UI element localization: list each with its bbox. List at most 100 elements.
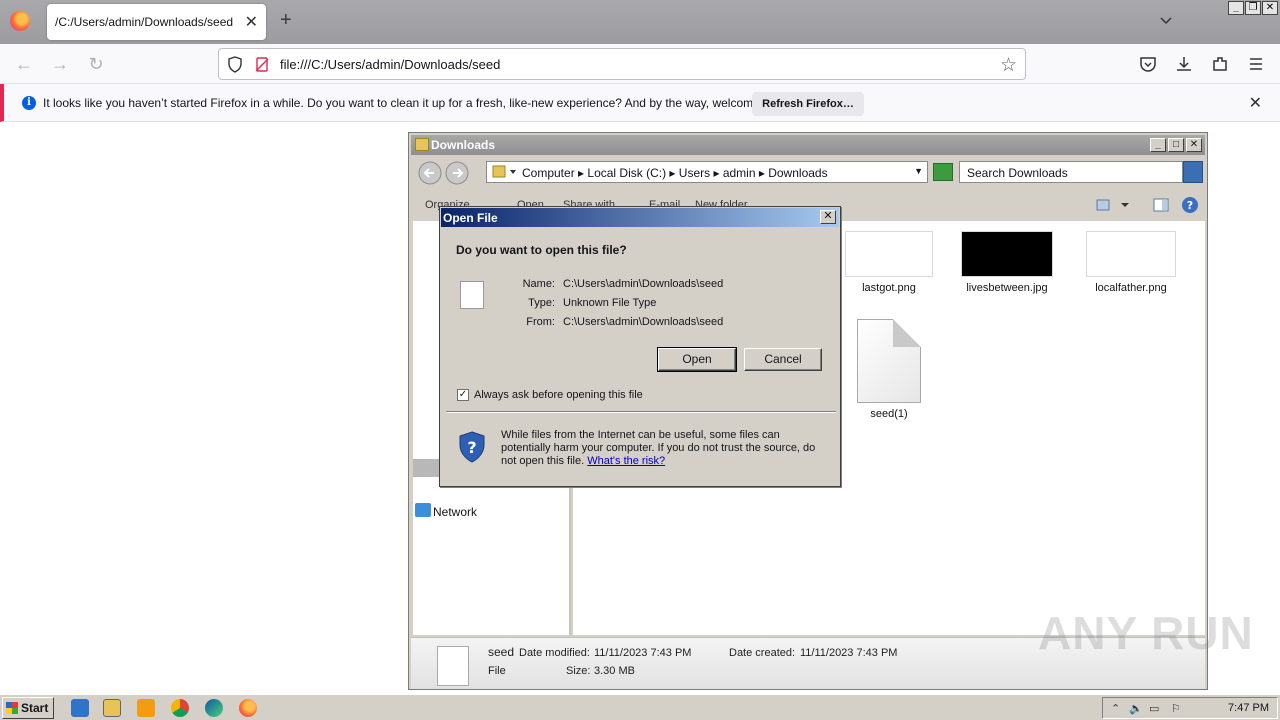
security-shield-icon: ? xyxy=(459,431,485,463)
dialog-title: Open File xyxy=(443,211,498,225)
explorer-title: Downloads xyxy=(431,138,496,152)
search-placeholder: Search Downloads xyxy=(967,166,1068,180)
notification-message: It looks like you haven’t started Firefo… xyxy=(43,96,792,110)
maximize-icon[interactable]: □ xyxy=(1168,138,1184,152)
new-tab-button[interactable]: + xyxy=(280,9,292,32)
explorer-address-row: Computer ▸ Local Disk (C:) ▸ Users ▸ adm… xyxy=(411,157,1205,189)
dialog-close-icon[interactable]: ✕ xyxy=(820,210,836,224)
tracking-shield-icon[interactable] xyxy=(227,56,243,73)
preview-pane-icon[interactable] xyxy=(1153,197,1169,213)
volume-icon[interactable]: 🔈 xyxy=(1129,702,1143,715)
search-icon[interactable] xyxy=(1183,161,1203,183)
reload-icon[interactable]: ↻ xyxy=(84,53,108,75)
file-thumbnail xyxy=(1086,231,1176,277)
name-value: C:\Users\admin\Downloads\seed xyxy=(563,278,724,290)
file-item[interactable]: lastgot.png xyxy=(841,231,937,294)
minimize-icon[interactable]: _ xyxy=(1150,138,1166,152)
internet-explorer-icon[interactable] xyxy=(71,699,89,717)
pocket-icon[interactable] xyxy=(1139,55,1157,73)
always-ask-checkbox[interactable]: ✓ xyxy=(457,389,469,401)
dialog-question: Do you want to open this file? xyxy=(456,243,627,257)
details-file-type: File xyxy=(488,665,506,677)
page-info-icon[interactable] xyxy=(254,56,270,73)
url-text: file:///C:/Users/admin/Downloads/seed xyxy=(280,57,501,72)
browser-tab[interactable]: /C:/Users/admin/Downloads/seed ✕ xyxy=(47,4,266,40)
taskbar: Start ⌃ 🔈 ▭ ⚐ 7:47 PM xyxy=(0,694,1280,720)
breadcrumb-item[interactable]: Downloads xyxy=(768,166,827,180)
close-icon[interactable]: ✕ xyxy=(1186,138,1202,152)
back-forward-icon[interactable] xyxy=(417,160,471,186)
breadcrumb-path: Computer ▸ Local Disk (C:) ▸ Users ▸ adm… xyxy=(522,166,828,180)
minimize-icon[interactable]: _ xyxy=(1228,1,1244,15)
file-name: localfather.png xyxy=(1095,282,1167,294)
system-tray: ⌃ 🔈 ▭ ⚐ 7:47 PM xyxy=(1102,697,1278,719)
svg-text:?: ? xyxy=(467,438,476,457)
cancel-button[interactable]: Cancel xyxy=(744,348,822,371)
window-controls: _ ❐ ✕ xyxy=(1228,1,1278,15)
clock[interactable]: 7:47 PM xyxy=(1228,702,1269,714)
open-button[interactable]: Open xyxy=(657,347,737,372)
network-tray-icon[interactable]: ▭ xyxy=(1149,702,1163,715)
file-explorer-icon[interactable] xyxy=(103,699,121,717)
breadcrumb-item[interactable]: Local Disk (C:) xyxy=(587,166,666,180)
type-value: Unknown File Type xyxy=(563,297,657,309)
info-icon: i xyxy=(22,96,36,110)
firefox-icon[interactable] xyxy=(239,699,257,717)
bookmark-star-icon[interactable]: ☆ xyxy=(1000,54,1017,77)
search-input[interactable]: Search Downloads xyxy=(959,161,1183,183)
network-icon xyxy=(415,503,431,517)
from-value: C:\Users\admin\Downloads\seed xyxy=(563,316,724,328)
close-icon[interactable]: ✕ xyxy=(1262,1,1278,15)
help-icon[interactable]: ? xyxy=(1181,196,1199,214)
downloads-icon[interactable] xyxy=(1175,55,1193,73)
start-button[interactable]: Start xyxy=(2,697,54,719)
notification-close-icon[interactable]: ✕ xyxy=(1249,93,1262,113)
dialog-divider xyxy=(446,411,836,413)
generic-file-icon xyxy=(857,319,921,403)
breadcrumb-item[interactable]: Computer xyxy=(522,166,575,180)
tab-title: /C:/Users/admin/Downloads/seed xyxy=(55,15,234,29)
file-item[interactable]: localfather.png xyxy=(1081,231,1181,294)
file-thumbnail xyxy=(961,231,1053,277)
details-created-value: 11/11/2023 7:43 PM xyxy=(800,647,898,659)
whats-the-risk-link[interactable]: What's the risk? xyxy=(587,455,665,467)
dialog-title-bar: Open File ✕ xyxy=(441,208,839,227)
computer-folder-icon xyxy=(492,165,516,178)
edge-icon[interactable] xyxy=(205,699,223,717)
browser-toolbar: ← → ↻ file:///C:/Users/admin/Downloads/s… xyxy=(0,44,1280,84)
open-file-dialog: Open File ✕ Do you want to open this fil… xyxy=(439,206,841,487)
media-player-icon[interactable] xyxy=(137,699,155,717)
forward-arrow-icon[interactable]: → xyxy=(48,53,72,75)
chevron-down-icon[interactable]: ▼ xyxy=(914,166,923,176)
details-file-name: seed xyxy=(488,645,515,659)
breadcrumb-item[interactable]: admin xyxy=(723,166,756,180)
file-item[interactable]: livesbetween.jpg xyxy=(959,231,1055,294)
file-item[interactable]: seed(1) xyxy=(841,319,937,420)
refresh-icon[interactable] xyxy=(933,163,953,181)
back-arrow-icon[interactable]: ← xyxy=(12,53,36,75)
chrome-icon[interactable] xyxy=(171,699,189,717)
details-size-value: 3.30 MB xyxy=(594,665,635,677)
refresh-firefox-button[interactable]: Refresh Firefox… xyxy=(752,92,864,116)
action-center-flag-icon[interactable]: ⚐ xyxy=(1171,702,1185,715)
details-created-label: Date created: xyxy=(729,647,796,659)
url-bar[interactable]: file:///C:/Users/admin/Downloads/seed ☆ xyxy=(218,48,1026,80)
file-name: lastgot.png xyxy=(862,282,916,294)
nav-item-network[interactable]: Network xyxy=(433,505,477,519)
view-options-icon[interactable] xyxy=(1095,198,1135,212)
breadcrumb-item[interactable]: Users xyxy=(679,166,710,180)
warning-text: While files from the Internet can be use… xyxy=(501,429,831,468)
details-modified-value: 11/11/2023 7:43 PM xyxy=(594,647,692,659)
tab-close-icon[interactable]: ✕ xyxy=(245,12,258,32)
notification-bar: i It looks like you haven’t started Fire… xyxy=(0,84,1280,122)
always-ask-label[interactable]: Always ask before opening this file xyxy=(474,389,643,401)
tray-expand-icon[interactable]: ⌃ xyxy=(1111,702,1125,715)
hamburger-menu-icon[interactable] xyxy=(1247,55,1265,73)
chevron-down-icon[interactable] xyxy=(1158,12,1174,28)
from-label: From: xyxy=(526,316,555,328)
svg-text:?: ? xyxy=(1187,199,1193,212)
breadcrumb[interactable]: Computer ▸ Local Disk (C:) ▸ Users ▸ adm… xyxy=(486,161,928,183)
name-label: Name: xyxy=(522,278,555,290)
extensions-icon[interactable] xyxy=(1211,55,1229,73)
restore-icon[interactable]: ❐ xyxy=(1245,1,1261,15)
